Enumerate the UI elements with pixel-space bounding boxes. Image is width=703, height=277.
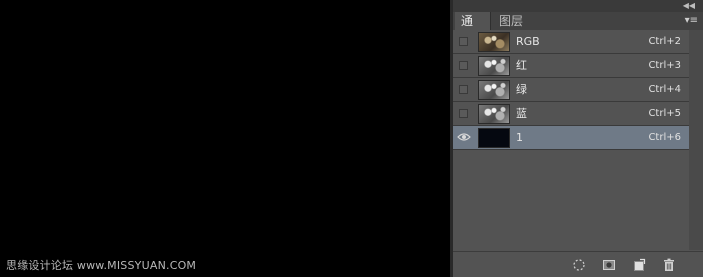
channel-thumbnail <box>478 32 510 52</box>
panel-bottom-toolbar <box>453 251 703 277</box>
channel-name: 绿 <box>516 83 527 96</box>
channel-name: RGB <box>516 35 540 48</box>
panel-header-bar: ◀◀ <box>453 0 703 12</box>
visibility-toggle[interactable] <box>459 61 468 70</box>
eye-icon[interactable] <box>457 131 471 143</box>
channel-shortcut: Ctrl+6 <box>648 132 681 143</box>
channel-row-blue[interactable]: 蓝 Ctrl+5 <box>453 102 689 126</box>
channel-shortcut: Ctrl+5 <box>648 108 681 119</box>
panel-tabbar: 通道 图层 ▾≡ <box>453 12 703 46</box>
channels-panel: ◀◀ 通道 图层 ▾≡ RGB Ctrl+2 红 Ctrl+3 <box>453 0 703 277</box>
delete-channel-icon[interactable] <box>661 257 677 273</box>
tab-layers[interactable]: 图层 <box>493 12 531 30</box>
visibility-toggle[interactable] <box>459 109 468 118</box>
channel-thumbnail <box>478 104 510 124</box>
channel-list: RGB Ctrl+2 红 Ctrl+3 绿 Ctrl+4 蓝 Ctrl+5 1 … <box>453 30 689 150</box>
tab-channels[interactable]: 通道 <box>455 12 491 46</box>
channel-thumbnail <box>478 128 510 148</box>
channel-shortcut: Ctrl+4 <box>648 84 681 95</box>
channel-row-green[interactable]: 绿 Ctrl+4 <box>453 78 689 102</box>
panel-menu-icon[interactable]: ▾≡ <box>685 15 698 27</box>
photoshop-workspace: 思缘设计论坛 www.MISSYUAN.COM ◀◀ 通道 图层 ▾≡ RGB … <box>0 0 703 277</box>
load-selection-icon[interactable] <box>571 257 587 273</box>
save-selection-icon[interactable] <box>601 257 617 273</box>
channel-row-rgb[interactable]: RGB Ctrl+2 <box>453 30 689 54</box>
watermark-text: 思缘设计论坛 www.MISSYUAN.COM <box>6 259 197 272</box>
channel-row-alpha-1[interactable]: 1 Ctrl+6 <box>453 126 689 150</box>
channel-row-red[interactable]: 红 Ctrl+3 <box>453 54 689 78</box>
channel-name: 红 <box>516 59 527 72</box>
channel-shortcut: Ctrl+3 <box>648 60 681 71</box>
document-canvas[interactable]: 思缘设计论坛 www.MISSYUAN.COM <box>0 0 450 277</box>
channel-thumbnail <box>478 56 510 76</box>
channel-name: 1 <box>516 131 523 144</box>
panel-scrollbar[interactable] <box>689 30 703 250</box>
visibility-toggle[interactable] <box>459 85 468 94</box>
double-chevron-left-icon[interactable]: ◀◀ <box>683 1 695 11</box>
channel-name: 蓝 <box>516 107 527 120</box>
visibility-toggle[interactable] <box>459 37 468 46</box>
new-channel-icon[interactable] <box>631 257 647 273</box>
channel-shortcut: Ctrl+2 <box>648 36 681 47</box>
channel-thumbnail <box>478 80 510 100</box>
